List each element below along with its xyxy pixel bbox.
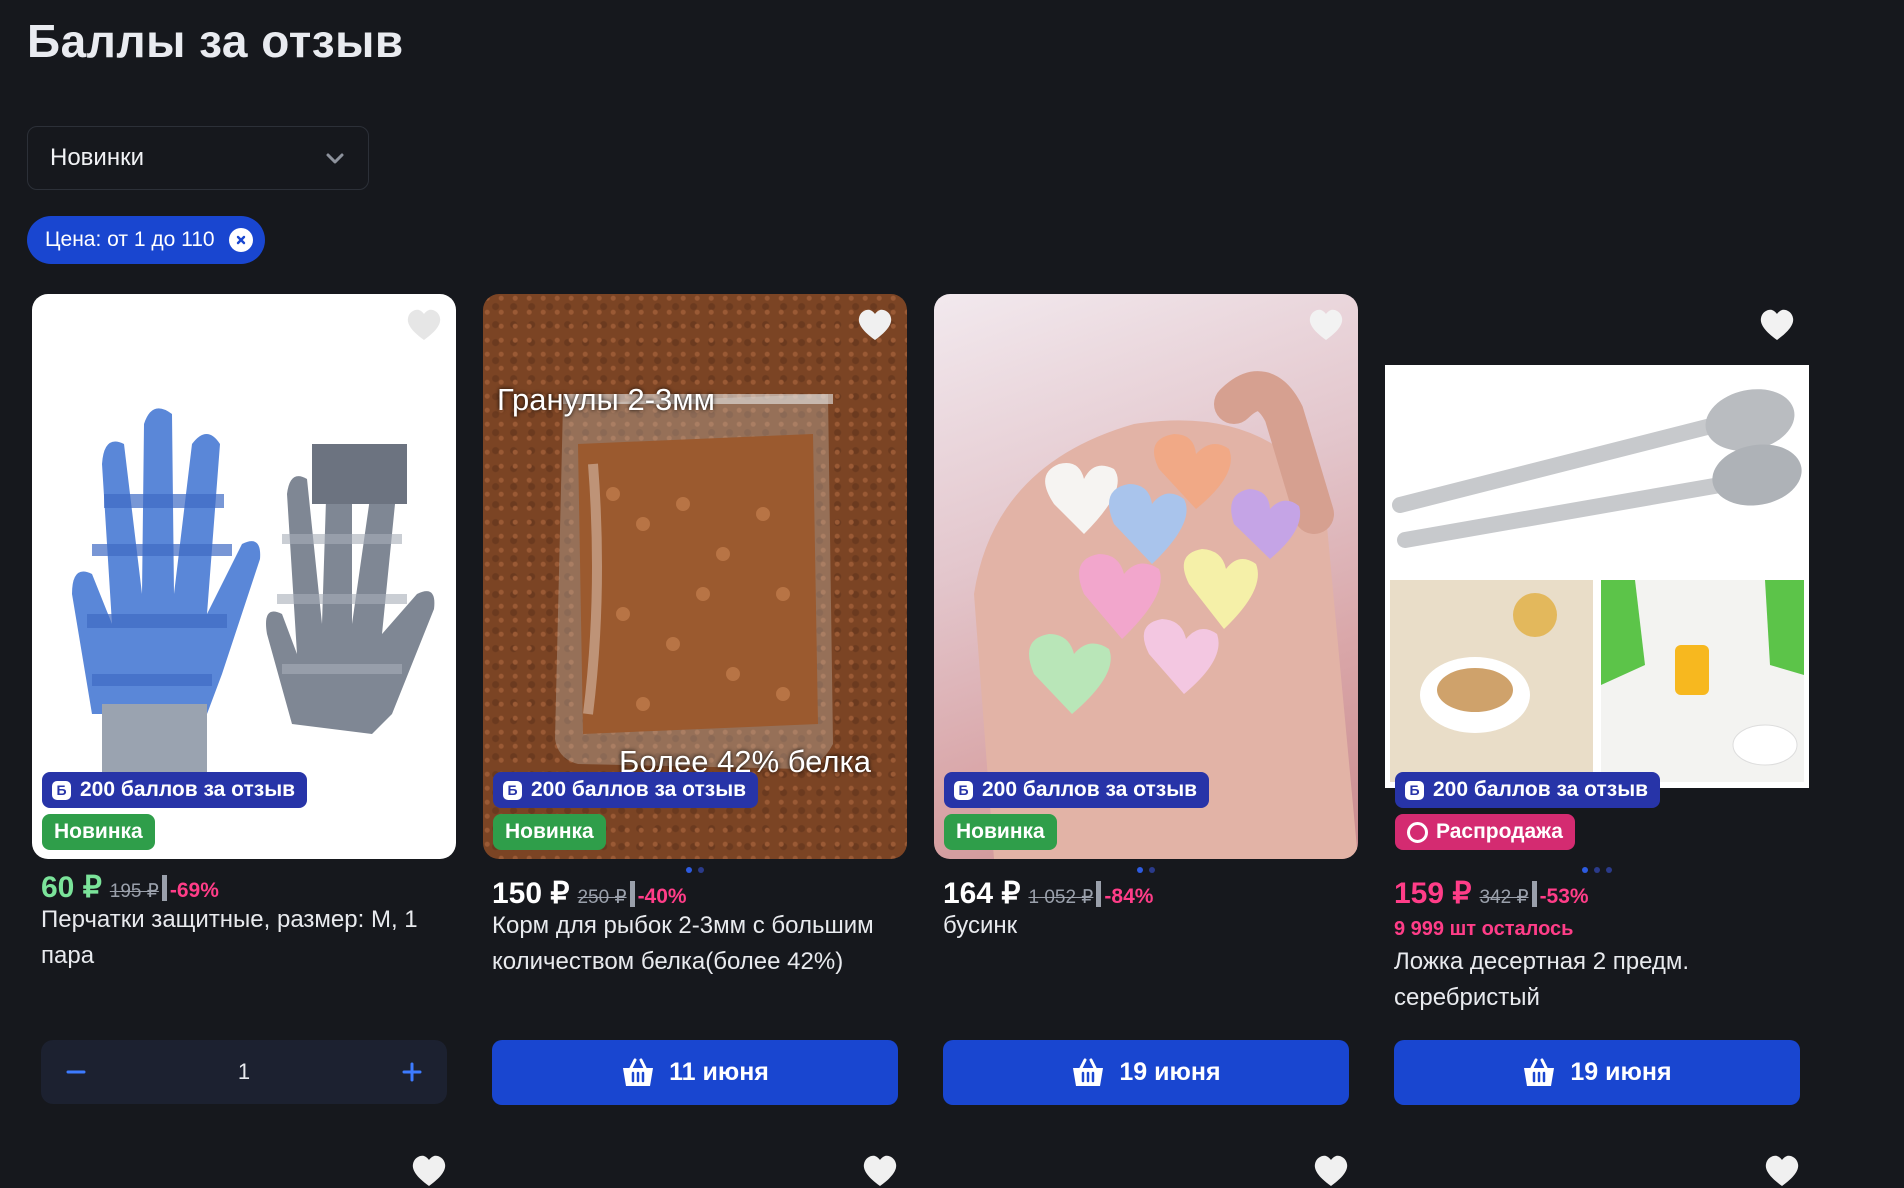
pager-dot[interactable] bbox=[1149, 867, 1155, 873]
product-card[interactable]: Б 200 баллов за отзыв Новинка 60 ₽ 195 ₽… bbox=[32, 294, 456, 1104]
minus-icon bbox=[66, 1070, 86, 1074]
old-price: 250 ₽ bbox=[577, 887, 627, 908]
basket-icon bbox=[1524, 1058, 1555, 1086]
product-name[interactable]: Перчатки защитные, размер: M, 1 пара bbox=[41, 902, 451, 974]
pager-dot[interactable] bbox=[698, 867, 704, 873]
image-pager bbox=[483, 867, 907, 873]
points-letter-icon: Б bbox=[52, 780, 71, 800]
discount: -84% bbox=[1104, 885, 1154, 908]
points-badge: Б 200 баллов за отзыв bbox=[1395, 772, 1661, 808]
product-name[interactable]: бусинк bbox=[943, 908, 1353, 944]
points-badge-label: 200 баллов за отзыв bbox=[80, 778, 296, 801]
sort-dropdown[interactable]: Новинки bbox=[27, 126, 369, 190]
pager-dot[interactable] bbox=[1582, 867, 1588, 873]
points-badge-label: 200 баллов за отзыв bbox=[982, 778, 1198, 801]
product-name[interactable]: Корм для рыбок 2-3мм с большим количеств… bbox=[492, 908, 902, 980]
price-divider bbox=[1096, 880, 1102, 907]
heart-icon[interactable] bbox=[1313, 1154, 1349, 1188]
plus-icon bbox=[402, 1062, 422, 1082]
quantity-stepper[interactable]: 1 bbox=[41, 1040, 447, 1104]
plus-button[interactable] bbox=[397, 1057, 427, 1087]
price-filter-chip[interactable]: Цена: от 1 до 110 bbox=[27, 216, 265, 264]
discount: -53% bbox=[1539, 885, 1589, 908]
price-divider bbox=[161, 874, 167, 901]
product-card[interactable]: Гранулы 2-3мм Более 42% белка Б 200 балл… bbox=[483, 294, 907, 1105]
sort-selected-label: Новинки bbox=[50, 144, 144, 171]
new-badge: Новинка bbox=[944, 814, 1057, 850]
sale-badge-label: Распродажа bbox=[1436, 820, 1563, 843]
sale-ring-icon bbox=[1407, 821, 1428, 843]
heart-icon[interactable] bbox=[857, 308, 893, 342]
basket-icon bbox=[623, 1058, 654, 1086]
points-badge: Б 200 баллов за отзыв bbox=[493, 772, 759, 808]
quantity-value: 1 bbox=[237, 1059, 251, 1084]
new-badge: Новинка bbox=[493, 814, 606, 850]
heart-icon[interactable] bbox=[1764, 1154, 1800, 1188]
price-row: 159 ₽ 342 ₽ -53% bbox=[1394, 876, 1589, 911]
chevron-down-icon bbox=[326, 153, 344, 164]
pager-dot[interactable] bbox=[1606, 867, 1612, 873]
heart-icon[interactable] bbox=[1308, 308, 1344, 342]
new-badge: Новинка bbox=[42, 814, 155, 850]
product-name[interactable]: Ложка десертная 2 предм. серебристый bbox=[1394, 944, 1804, 1016]
price-divider bbox=[1531, 880, 1537, 907]
price-row: 164 ₽ 1 052 ₽ -84% bbox=[943, 876, 1153, 911]
pager-dot[interactable] bbox=[1137, 867, 1143, 873]
points-letter-icon: Б bbox=[954, 780, 973, 800]
spoons-image bbox=[1385, 365, 1809, 788]
image-pager bbox=[934, 867, 1358, 873]
delivery-date: 11 июня bbox=[669, 1058, 769, 1086]
product-card[interactable]: Б 200 баллов за отзыв Распродажа 159 ₽ 3… bbox=[1385, 294, 1809, 1105]
product-card[interactable]: Б 200 баллов за отзыв Новинка 164 ₽ 1 05… bbox=[934, 294, 1358, 1105]
current-price: 164 ₽ bbox=[943, 877, 1021, 910]
image-pager bbox=[1385, 867, 1809, 873]
discount: -69% bbox=[169, 879, 219, 902]
add-to-cart-button[interactable]: 19 июня bbox=[1394, 1040, 1800, 1105]
points-letter-icon: Б bbox=[503, 780, 522, 800]
filter-chip-label: Цена: от 1 до 110 bbox=[45, 228, 215, 251]
price-row: 150 ₽ 250 ₽ -40% bbox=[492, 876, 687, 911]
discount: -40% bbox=[637, 885, 687, 908]
sale-badge: Распродажа bbox=[1395, 814, 1575, 850]
current-price: 150 ₽ bbox=[492, 877, 570, 910]
product-image[interactable]: Гранулы 2-3мм Более 42% белка Б 200 балл… bbox=[483, 294, 907, 859]
current-price: 60 ₽ bbox=[41, 871, 102, 904]
points-badge: Б 200 баллов за отзыв bbox=[944, 772, 1210, 808]
price-divider bbox=[629, 880, 635, 907]
add-to-cart-button[interactable]: 19 июня bbox=[943, 1040, 1349, 1105]
stock-remaining: 9 999 шт осталось bbox=[1394, 918, 1574, 940]
page-title: Баллы за отзыв bbox=[27, 15, 404, 67]
delivery-date: 19 июня bbox=[1570, 1058, 1672, 1086]
points-badge: Б 200 баллов за отзыв bbox=[42, 772, 308, 808]
old-price: 195 ₽ bbox=[109, 881, 159, 902]
price-row: 60 ₽ 195 ₽ -69% bbox=[41, 870, 219, 905]
heart-icon[interactable] bbox=[862, 1154, 898, 1188]
pager-dot[interactable] bbox=[686, 867, 692, 873]
product-image[interactable]: Б 200 баллов за отзыв Распродажа bbox=[1385, 294, 1809, 859]
add-to-cart-button[interactable]: 11 июня bbox=[492, 1040, 898, 1105]
basket-icon bbox=[1073, 1058, 1104, 1086]
points-badge-label: 200 баллов за отзыв bbox=[1433, 778, 1649, 801]
product-image[interactable]: Б 200 баллов за отзыв Новинка bbox=[934, 294, 1358, 859]
image-caption-top: Гранулы 2-3мм bbox=[497, 382, 715, 417]
minus-button[interactable] bbox=[61, 1057, 91, 1087]
current-price: 159 ₽ bbox=[1394, 877, 1472, 910]
heart-icon[interactable] bbox=[406, 308, 442, 342]
heart-icon[interactable] bbox=[411, 1154, 447, 1188]
pager-dot[interactable] bbox=[1594, 867, 1600, 873]
old-price: 1 052 ₽ bbox=[1028, 887, 1094, 908]
heart-icon[interactable] bbox=[1759, 308, 1795, 342]
delivery-date: 19 июня bbox=[1119, 1058, 1221, 1086]
old-price: 342 ₽ bbox=[1479, 887, 1529, 908]
points-badge-label: 200 баллов за отзыв bbox=[531, 778, 747, 801]
points-letter-icon: Б bbox=[1405, 780, 1424, 800]
product-image[interactable]: Б 200 баллов за отзыв Новинка bbox=[32, 294, 456, 859]
close-icon[interactable] bbox=[228, 228, 253, 252]
